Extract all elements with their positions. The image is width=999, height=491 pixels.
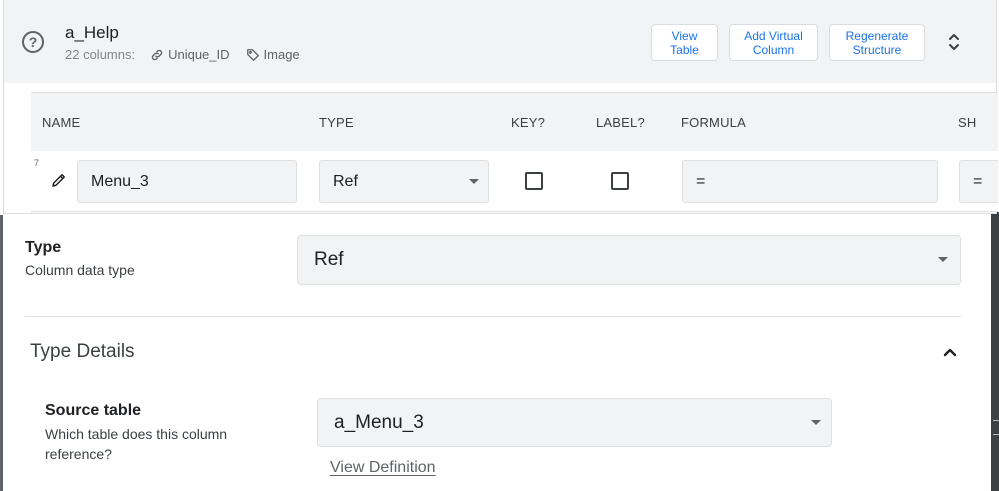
source-table-title: Source table	[45, 402, 142, 419]
header-show: SH	[958, 115, 977, 130]
label-column-name: Image	[263, 47, 300, 62]
unfold-icon[interactable]	[944, 31, 964, 53]
header-formula: FORMULA	[681, 115, 746, 130]
dropdown-caret-icon	[938, 257, 948, 262]
regenerate-structure-button[interactable]: Regenerate Structure	[829, 24, 925, 61]
column-name-input[interactable]: Menu_3	[77, 160, 297, 203]
column-type-value: Ref	[333, 172, 358, 190]
link-icon	[151, 49, 163, 60]
backdrop-mark	[993, 420, 999, 421]
source-table-value: a_Menu_3	[334, 411, 424, 433]
column-count: 22 columns:	[65, 47, 136, 62]
header-type: TYPE	[319, 115, 354, 130]
header-label: LABEL?	[596, 115, 645, 130]
view-table-button[interactable]: View Table	[651, 24, 718, 61]
show-if-input[interactable]: =	[959, 160, 998, 203]
section-divider	[25, 316, 961, 317]
dropdown-caret-icon	[811, 420, 821, 425]
table-row: 7 Menu_3 Ref = =	[31, 151, 998, 212]
dropdown-caret-icon	[469, 179, 479, 184]
table-title: a_Help	[65, 23, 119, 42]
source-table-description: Which table does this column reference?	[45, 426, 228, 462]
type-select-value: Ref	[314, 249, 344, 270]
backdrop-edge-right	[977, 212, 999, 491]
source-table-select[interactable]: a_Menu_3	[317, 398, 832, 447]
header-name: NAME	[42, 115, 81, 130]
type-select[interactable]: Ref	[297, 235, 961, 285]
row-index: 7	[34, 158, 40, 168]
column-table-header: NAME TYPE KEY? LABEL? FORMULA SH	[31, 92, 998, 151]
formula-input[interactable]: =	[682, 160, 938, 203]
header-key: KEY?	[511, 115, 546, 130]
help-circle-icon[interactable]: ?	[22, 31, 44, 53]
key-column-name: Unique_ID	[168, 47, 230, 62]
column-editor-panel: ? a_Help 22 columns: Unique_ID Image Vie…	[3, 0, 998, 214]
table-header: ? a_Help 22 columns: Unique_ID Image Vie…	[4, 0, 996, 83]
chevron-up-icon[interactable]	[940, 344, 960, 360]
view-definition-link[interactable]: View Definition	[330, 459, 436, 477]
tag-icon	[246, 48, 259, 61]
add-virtual-column-button[interactable]: Add Virtual Column	[729, 24, 818, 61]
label-column-info: Image	[246, 47, 300, 62]
type-section-description: Column data type	[25, 262, 135, 278]
pencil-icon[interactable]	[50, 171, 68, 189]
key-column-info: Unique_ID	[150, 47, 230, 62]
backdrop-inner	[977, 212, 991, 491]
type-details-heading[interactable]: Type Details	[30, 341, 135, 363]
type-section-title: Type	[25, 239, 62, 256]
key-checkbox[interactable]	[525, 172, 543, 190]
label-checkbox[interactable]	[611, 172, 629, 190]
backdrop-edge-left	[0, 215, 3, 491]
backdrop-mark	[993, 434, 999, 435]
table-meta: 22 columns: Unique_ID Image	[65, 47, 316, 62]
column-type-select[interactable]: Ref	[319, 160, 489, 203]
